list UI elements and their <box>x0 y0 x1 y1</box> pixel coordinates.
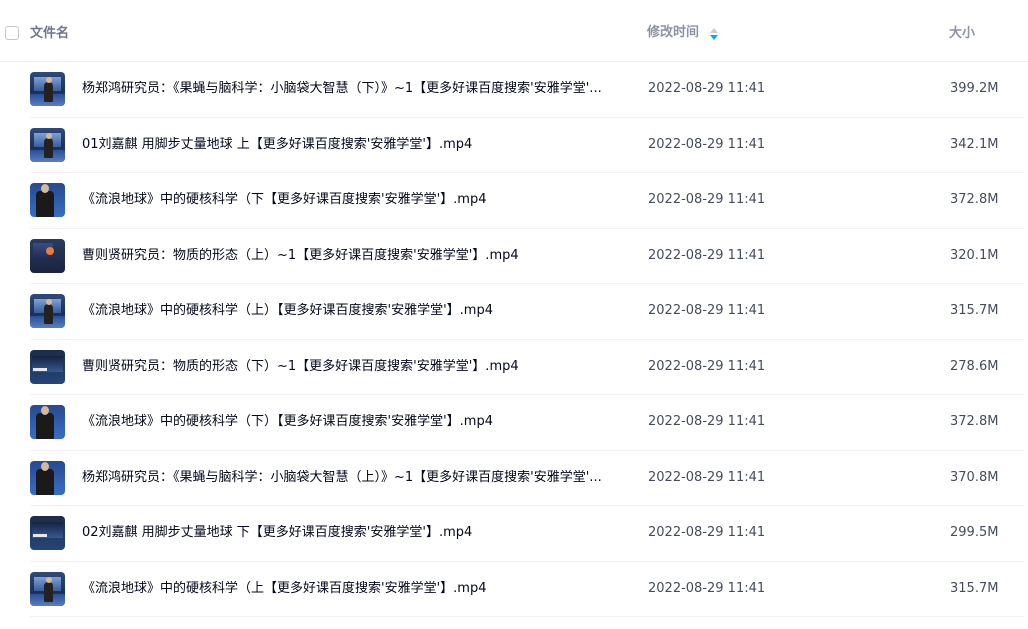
lecture-hall-thumbnail[interactable] <box>30 72 65 106</box>
file-row[interactable]: 《流浪地球》中的硬核科学（下【更多好课百度搜索'安雅学堂'】.mp4 2022-… <box>30 173 1025 229</box>
file-row[interactable]: 曹则贤研究员：物质的形态（下）~1【更多好课百度搜索'安雅学堂'】.mp4 20… <box>30 340 1025 395</box>
file-name[interactable]: 《流浪地球》中的硬核科学（下【更多好课百度搜索'安雅学堂'】.mp4 <box>82 192 486 208</box>
file-modified-time: 2022-08-29 11:41 <box>648 81 766 96</box>
file-size: 372.8M <box>950 414 999 429</box>
file-modified-time: 2022-08-29 11:41 <box>648 414 766 429</box>
file-modified-time: 2022-08-29 11:41 <box>648 469 766 485</box>
file-row[interactable]: 《流浪地球》中的硬核科学（上【更多好课百度搜索'安雅学堂'】.mp4 2022-… <box>30 562 1025 617</box>
column-header-modified-time[interactable]: 修改时间 <box>647 24 699 41</box>
file-name[interactable]: 02刘嘉麒 用脚步丈量地球 下【更多好课百度搜索'安雅学堂'】.mp4 <box>82 525 472 541</box>
file-name[interactable]: 《流浪地球》中的硬核科学（上【更多好课百度搜索'安雅学堂'】.mp4 <box>82 581 486 597</box>
file-name[interactable]: 《流浪地球》中的硬核科学（下）【更多好课百度搜索'安雅学堂'】.mp4 <box>82 414 493 430</box>
speaker-portrait-thumbnail[interactable] <box>30 183 65 217</box>
file-size: 320.1M <box>950 247 999 263</box>
file-modified-time: 2022-08-29 11:41 <box>648 525 766 540</box>
file-modified-time: 2022-08-29 11:41 <box>648 580 766 596</box>
lecture-hall-thumbnail[interactable] <box>30 127 65 162</box>
list-header: 文件名 修改时间 大小 <box>0 0 1028 62</box>
file-name[interactable]: 曹则贤研究员：物质的形态（上）~1【更多好课百度搜索'安雅学堂'】.mp4 <box>82 248 519 264</box>
speaker-portrait-thumbnail[interactable] <box>30 405 65 439</box>
file-list: 文件名 修改时间 大小 杨郑鸿研究员：《果蝇与脑科学：小脑袋大智慧（下）》~1【… <box>0 0 1028 629</box>
file-modified-time: 2022-08-29 11:41 <box>648 247 766 263</box>
file-row[interactable]: 02刘嘉麒 用脚步丈量地球 下【更多好课百度搜索'安雅学堂'】.mp4 2022… <box>30 506 1025 562</box>
speaker-portrait-thumbnail[interactable] <box>30 460 65 495</box>
file-modified-time: 2022-08-29 11:41 <box>648 136 766 152</box>
file-row[interactable]: 01刘嘉麒 用脚步丈量地球 上【更多好课百度搜索'安雅学堂'】.mp4 2022… <box>30 118 1025 173</box>
file-size: 299.5M <box>950 525 999 540</box>
file-size: 315.7M <box>950 303 999 318</box>
file-size: 315.7M <box>950 580 999 596</box>
file-row[interactable]: 曹则贤研究员：物质的形态（上）~1【更多好课百度搜索'安雅学堂'】.mp4 20… <box>30 229 1025 284</box>
lecture-hall-thumbnail[interactable] <box>30 294 65 328</box>
file-row[interactable]: 《流浪地球》中的硬核科学（下）【更多好课百度搜索'安雅学堂'】.mp4 2022… <box>30 395 1025 451</box>
screen-thumbnail[interactable] <box>30 516 65 550</box>
file-name[interactable]: 《流浪地球》中的硬核科学（上）【更多好课百度搜索'安雅学堂'】.mp4 <box>82 303 493 319</box>
column-header-name[interactable]: 文件名 <box>30 25 69 42</box>
select-all-checkbox[interactable] <box>5 26 19 40</box>
screen-thumbnail[interactable] <box>30 349 65 384</box>
file-size: 372.8M <box>950 192 999 207</box>
column-header-size[interactable]: 大小 <box>949 25 975 42</box>
lecture-hall-thumbnail[interactable] <box>30 571 65 606</box>
file-row[interactable]: 杨郑鸿研究员：《果蝇与脑科学：小脑袋大智慧（上）》~1【更多好课百度搜索'安雅学… <box>30 451 1025 506</box>
file-modified-time: 2022-08-29 11:41 <box>648 358 766 374</box>
file-modified-time: 2022-08-29 11:41 <box>648 303 766 318</box>
sort-toggle-icon[interactable] <box>709 27 719 41</box>
file-row[interactable]: 杨郑鸿研究员：《果蝇与脑科学：小脑袋大智慧（下）》~1【更多好课百度搜索'安雅学… <box>30 62 1025 118</box>
slide-thumbnail[interactable] <box>30 238 65 273</box>
file-name[interactable]: 杨郑鸿研究员：《果蝇与脑科学：小脑袋大智慧（下）》~1【更多好课百度搜索'安雅学… <box>82 81 602 97</box>
file-name[interactable]: 曹则贤研究员：物质的形态（下）~1【更多好课百度搜索'安雅学堂'】.mp4 <box>82 359 519 375</box>
file-size: 278.6M <box>950 358 999 374</box>
file-name[interactable]: 杨郑鸿研究员：《果蝇与脑科学：小脑袋大智慧（上）》~1【更多好课百度搜索'安雅学… <box>82 470 602 486</box>
file-row[interactable]: 《流浪地球》中的硬核科学（上）【更多好课百度搜索'安雅学堂'】.mp4 2022… <box>30 284 1025 340</box>
file-name[interactable]: 01刘嘉麒 用脚步丈量地球 上【更多好课百度搜索'安雅学堂'】.mp4 <box>82 137 472 153</box>
file-size: 342.1M <box>950 136 999 152</box>
file-rows: 杨郑鸿研究员：《果蝇与脑科学：小脑袋大智慧（下）》~1【更多好课百度搜索'安雅学… <box>0 62 1028 617</box>
file-modified-time: 2022-08-29 11:41 <box>648 192 766 207</box>
file-size: 399.2M <box>950 81 999 96</box>
file-size: 370.8M <box>950 469 999 485</box>
